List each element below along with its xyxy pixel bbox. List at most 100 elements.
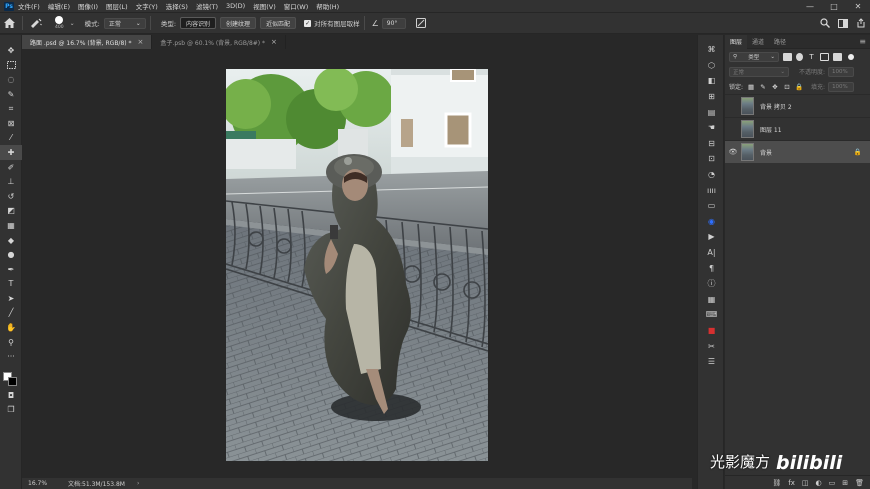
maximize-button[interactable]: □ xyxy=(822,0,846,12)
workspace-icon[interactable] xyxy=(834,14,852,32)
fx-icon[interactable]: fx xyxy=(788,479,795,487)
lock-transparent-icon[interactable]: ▦ xyxy=(747,83,755,91)
hand-tool-icon[interactable]: ✋ xyxy=(0,320,22,335)
folder-icon[interactable]: ▭ xyxy=(829,479,836,487)
lock-position-icon[interactable]: ✥ xyxy=(771,83,779,91)
properties-panel-icon[interactable]: ⊟ xyxy=(698,136,725,152)
menu-image[interactable]: 图像(I) xyxy=(78,1,98,11)
filter-kind-select[interactable]: ⚲ 类型 ⌄ xyxy=(729,51,779,62)
pressure-size-icon[interactable] xyxy=(412,14,430,32)
gradient-tool-icon[interactable]: ▦ xyxy=(0,218,22,233)
layer-row-selected[interactable]: 👁 背景 🔒 xyxy=(725,140,870,163)
eye-icon[interactable]: 👁 xyxy=(725,148,741,156)
shape-tool-icon[interactable]: ╱ xyxy=(0,306,22,321)
opacity-field[interactable]: 100% xyxy=(828,66,855,77)
close-icon[interactable]: × xyxy=(138,38,144,46)
tab-document-2[interactable]: 盒子.psb @ 60.1% (背景, RGB/8#) * × xyxy=(152,35,286,49)
paragraph-panel-icon[interactable]: ¶ xyxy=(698,260,725,276)
lock-all-icon[interactable]: 🔒 xyxy=(795,83,803,91)
eraser-tool-icon[interactable]: ◩ xyxy=(0,204,22,219)
menu-view[interactable]: 视图(V) xyxy=(253,1,276,11)
filter-shape-icon[interactable] xyxy=(820,52,829,61)
channel-panel-icon[interactable]: ▭ xyxy=(698,198,725,214)
menu-3d[interactable]: 3D(D) xyxy=(226,2,245,10)
play-actions-icon[interactable]: ▶ xyxy=(698,229,725,245)
menu-file[interactable]: 文件(F) xyxy=(18,1,40,11)
3d-panel-icon[interactable]: ⬡ xyxy=(698,58,725,74)
frame-tool-icon[interactable]: ⊠ xyxy=(0,116,22,131)
circle-blue-icon[interactable]: ◉ xyxy=(698,214,725,230)
menu-type[interactable]: 文字(Y) xyxy=(136,1,158,11)
menu-help[interactable]: 帮助(H) xyxy=(316,1,339,11)
create-texture-button[interactable]: 创建纹理 xyxy=(220,17,257,29)
background-color[interactable] xyxy=(8,377,17,387)
color-panel-icon[interactable]: ■ xyxy=(698,323,725,339)
more-tools-icon[interactable]: ··· xyxy=(0,349,22,364)
filter-toggle-icon[interactable] xyxy=(848,53,854,60)
marquee-tool-icon[interactable] xyxy=(0,58,22,73)
zoom-level[interactable]: 16.7% xyxy=(22,480,62,487)
blur-tool-icon[interactable]: ◆ xyxy=(0,233,22,248)
lock-artboard-icon[interactable]: ⊡ xyxy=(783,83,791,91)
info-panel-icon[interactable]: ⓘ xyxy=(698,276,725,292)
tab-document-1[interactable]: 路面 .psd @ 16.7% (背景, RGB/8) * × xyxy=(22,35,153,49)
dodge-tool-icon[interactable]: ● xyxy=(0,247,22,262)
adjustment-icon[interactable]: ◐ xyxy=(816,479,822,487)
menu-window[interactable]: 窗口(W) xyxy=(284,1,309,11)
menu-layer[interactable]: 图层(L) xyxy=(106,1,128,11)
grid-panel-icon[interactable]: ⊞ xyxy=(698,89,725,105)
healing-brush-tool-icon[interactable]: ✚ xyxy=(0,145,22,160)
tools-panel-icon[interactable]: ✂ xyxy=(698,338,725,354)
type-tool-icon[interactable]: T xyxy=(0,277,22,292)
character-panel-icon[interactable]: A| xyxy=(698,245,725,261)
layer-row[interactable]: 图层 11 xyxy=(725,117,870,140)
mode-select[interactable]: 正常 ⌄ xyxy=(103,17,146,29)
pen-tool-icon[interactable]: ✒ xyxy=(0,262,22,277)
link-icon[interactable]: ⛓ xyxy=(772,479,781,487)
tab-channels[interactable]: 通道 xyxy=(747,35,769,49)
move-tool-icon[interactable]: ✥ xyxy=(0,43,22,58)
clone-stamp-tool-icon[interactable]: ⊥ xyxy=(0,174,22,189)
blend-mode-select[interactable]: 正常 ⌄ xyxy=(729,66,789,77)
history-brush-tool-icon[interactable]: ↺ xyxy=(0,189,22,204)
quick-select-tool-icon[interactable]: ✎ xyxy=(0,87,22,102)
quick-mask-icon[interactable]: ◘ xyxy=(0,388,22,403)
new-layer-icon[interactable]: ⊞ xyxy=(842,479,848,487)
filter-smart-icon[interactable] xyxy=(833,52,842,61)
zoom-tool-icon[interactable]: ⚲ xyxy=(0,335,22,350)
tab-paths[interactable]: 路径 xyxy=(769,35,791,49)
brushes-panel-icon[interactable]: ıııı xyxy=(698,182,725,198)
content-aware-button[interactable]: 内容识别 xyxy=(180,17,217,29)
color-swatches[interactable] xyxy=(0,364,22,388)
crop-tool-icon[interactable]: ⌗ xyxy=(0,101,22,116)
search-icon[interactable] xyxy=(816,14,834,32)
mask-icon[interactable]: ◫ xyxy=(802,479,809,487)
document-canvas[interactable] xyxy=(226,69,488,461)
patch-tool-preset-icon[interactable] xyxy=(27,14,45,32)
libraries-panel-icon[interactable]: ▤ xyxy=(698,104,725,120)
menu-select[interactable]: 选择(S) xyxy=(166,1,188,11)
proximity-match-button[interactable]: 近似匹配 xyxy=(260,17,297,29)
path-selection-tool-icon[interactable]: ➤ xyxy=(0,291,22,306)
brush-size-picker[interactable]: 400 xyxy=(55,16,64,30)
fill-field[interactable]: 100% xyxy=(828,81,855,92)
layer-row[interactable]: 背景 拷贝 2 xyxy=(725,94,870,117)
adjustments-panel-icon[interactable]: ◧ xyxy=(698,73,725,89)
minimize-button[interactable]: — xyxy=(798,0,822,12)
hand-panel-icon[interactable]: ☚ xyxy=(698,120,725,136)
close-icon[interactable]: × xyxy=(271,38,277,46)
share-icon[interactable] xyxy=(852,14,870,32)
lock-image-icon[interactable]: ✎ xyxy=(759,83,767,91)
angle-field[interactable]: 90° xyxy=(381,17,406,29)
tab-layers[interactable]: 图层 xyxy=(725,34,748,49)
brush-tool-icon[interactable]: ✐ xyxy=(0,160,22,175)
panel-menu-icon[interactable]: ≡ xyxy=(859,37,866,46)
trash-icon[interactable]: 🗑 xyxy=(855,479,864,487)
sample-all-layers-checkbox[interactable]: ✓ xyxy=(304,19,312,27)
lasso-tool-icon[interactable]: ◌ xyxy=(0,72,22,87)
home-icon[interactable] xyxy=(0,14,18,32)
timeline-panel-icon[interactable]: ☰ xyxy=(698,354,725,370)
menu-edit[interactable]: 编辑(E) xyxy=(48,1,70,11)
status-menu-arrow-icon[interactable]: › xyxy=(137,480,139,487)
menu-filter[interactable]: 滤镜(T) xyxy=(196,1,218,11)
